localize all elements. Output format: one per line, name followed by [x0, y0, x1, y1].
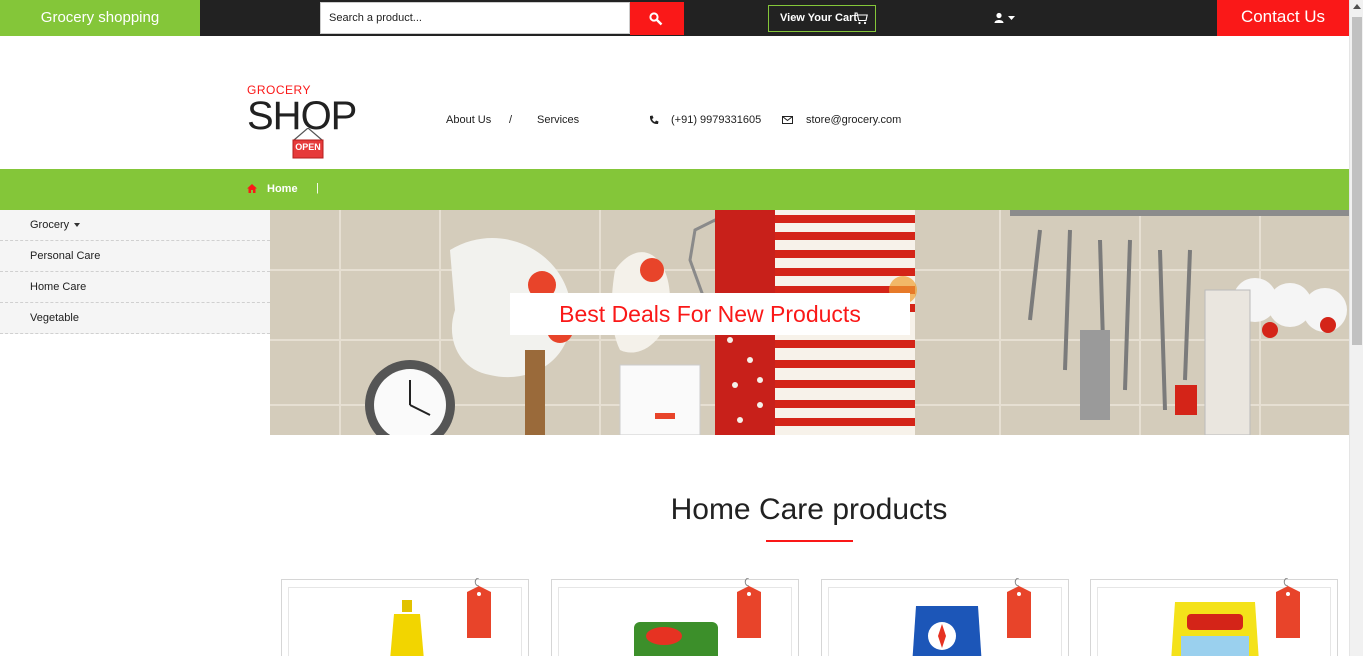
home-icon	[247, 184, 257, 193]
scrollbar-thumb[interactable]	[1352, 17, 1362, 345]
section-underline	[766, 540, 853, 542]
chevron-down-icon	[1008, 16, 1015, 20]
hero-banner: Best Deals For New Products	[270, 210, 1349, 435]
section-title: Home Care products	[670, 493, 948, 526]
caret-down-icon	[74, 223, 81, 228]
contact-us-button[interactable]: Contact Us	[1217, 0, 1349, 36]
product-image	[390, 600, 424, 656]
gift-tag-icon	[737, 578, 761, 638]
product-card[interactable]	[1090, 578, 1338, 656]
breadcrumb-bar	[0, 169, 1349, 210]
page: Grocery shopping View Your Cart	[0, 0, 1363, 656]
brand-label: Grocery shopping	[0, 0, 200, 36]
gift-tag-icon	[1276, 578, 1300, 638]
nav-services[interactable]: Services	[537, 114, 579, 126]
envelope-icon	[782, 116, 793, 124]
view-cart-button[interactable]: View Your Cart	[768, 5, 876, 32]
user-menu[interactable]	[994, 12, 1018, 26]
sidebar-item-vegetable[interactable]: Vegetable	[0, 303, 270, 334]
gift-tag-icon	[467, 578, 491, 638]
product-card[interactable]	[281, 578, 529, 656]
cart-icon	[854, 12, 868, 25]
breadcrumb-separator: |	[316, 182, 319, 194]
product-image	[912, 606, 982, 656]
sidebar-item-home-care[interactable]: Home Care	[0, 272, 270, 303]
breadcrumb-home[interactable]: Home	[267, 183, 298, 195]
sidebar-item-label: Vegetable	[30, 312, 79, 324]
search-icon	[649, 12, 663, 26]
scroll-up-arrow-icon[interactable]	[1353, 4, 1361, 9]
nav-about-us[interactable]: About Us	[446, 114, 491, 126]
sidebar-item-label: Grocery	[30, 219, 70, 231]
sidebar-item-grocery[interactable]: Grocery	[0, 210, 270, 241]
sidebar-item-label: Home Care	[30, 281, 87, 293]
sidebar-item-personal-care[interactable]: Personal Care	[0, 241, 270, 272]
view-cart-label: View Your Cart	[780, 12, 858, 24]
product-image	[1171, 602, 1259, 656]
phone-icon	[649, 115, 659, 125]
banner-tagline: Best Deals For New Products	[510, 293, 910, 335]
product-card[interactable]	[551, 578, 799, 656]
gift-tag-icon	[1007, 578, 1031, 638]
search-button[interactable]	[630, 2, 684, 35]
category-sidebar: Grocery Personal Care Home Care Vegetabl…	[0, 210, 270, 334]
nav-separator: /	[509, 114, 513, 126]
user-icon	[994, 12, 1004, 23]
top-bar: Grocery shopping View Your Cart	[0, 0, 1349, 36]
search-input[interactable]	[320, 2, 630, 34]
email-link[interactable]: store@grocery.com	[806, 114, 901, 126]
sidebar-item-label: Personal Care	[30, 250, 101, 262]
product-image	[634, 622, 718, 656]
logo[interactable]: GROCERY SHOP OPEN	[247, 82, 367, 160]
phone-number: (+91) 9979331605	[671, 114, 762, 126]
scrollbar[interactable]	[1349, 0, 1363, 656]
product-card[interactable]	[821, 578, 1069, 656]
logo-sign-text: OPEN	[295, 142, 321, 152]
